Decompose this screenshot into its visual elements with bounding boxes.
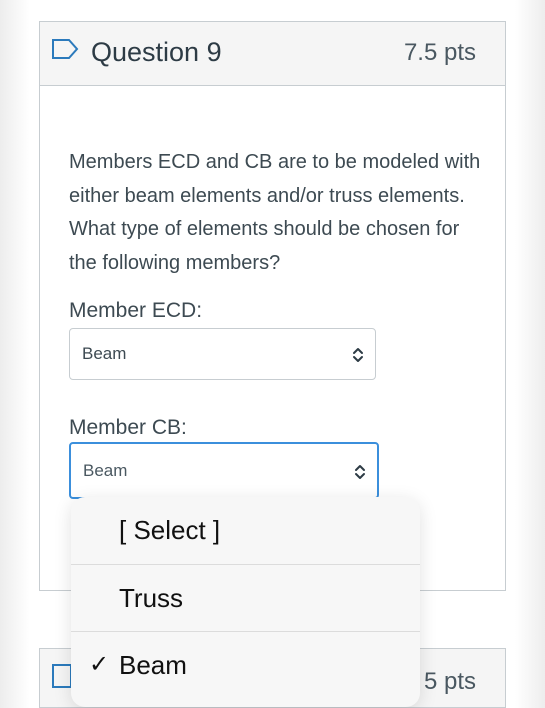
member-ecd-select[interactable]: Beam — [69, 328, 376, 380]
question-title: Question 9 — [91, 37, 222, 67]
option-beam[interactable]: ✓ Beam — [71, 632, 420, 699]
question-points: 7.5 pts — [403, 39, 476, 66]
chevron-up-down-icon — [353, 348, 363, 362]
select-options-menu: [ Select ] Truss ✓ Beam — [71, 497, 420, 707]
question-text: Members ECD and CB are to be modeled wit… — [69, 151, 481, 274]
chevron-up-down-icon — [355, 465, 365, 479]
member-cb-value: Beam — [83, 461, 128, 480]
member-cb-label: Member CB: — [69, 416, 187, 439]
option-select[interactable]: [ Select ] — [71, 497, 420, 564]
flag-icon[interactable] — [51, 38, 79, 60]
checkmark-icon: ✓ — [89, 651, 110, 678]
option-truss[interactable]: Truss — [71, 565, 420, 632]
option-label: Truss — [119, 583, 184, 613]
option-label: Beam — [119, 650, 187, 680]
option-label: [ Select ] — [119, 515, 221, 545]
question-header: Question 9 7.5 pts — [40, 22, 505, 86]
member-ecd-value: Beam — [82, 344, 127, 363]
member-ecd-label: Member ECD: — [69, 299, 203, 322]
next-question-points: 5 pts — [423, 668, 476, 695]
flag-icon[interactable] — [51, 663, 73, 689]
member-cb-select[interactable]: Beam — [69, 442, 379, 499]
